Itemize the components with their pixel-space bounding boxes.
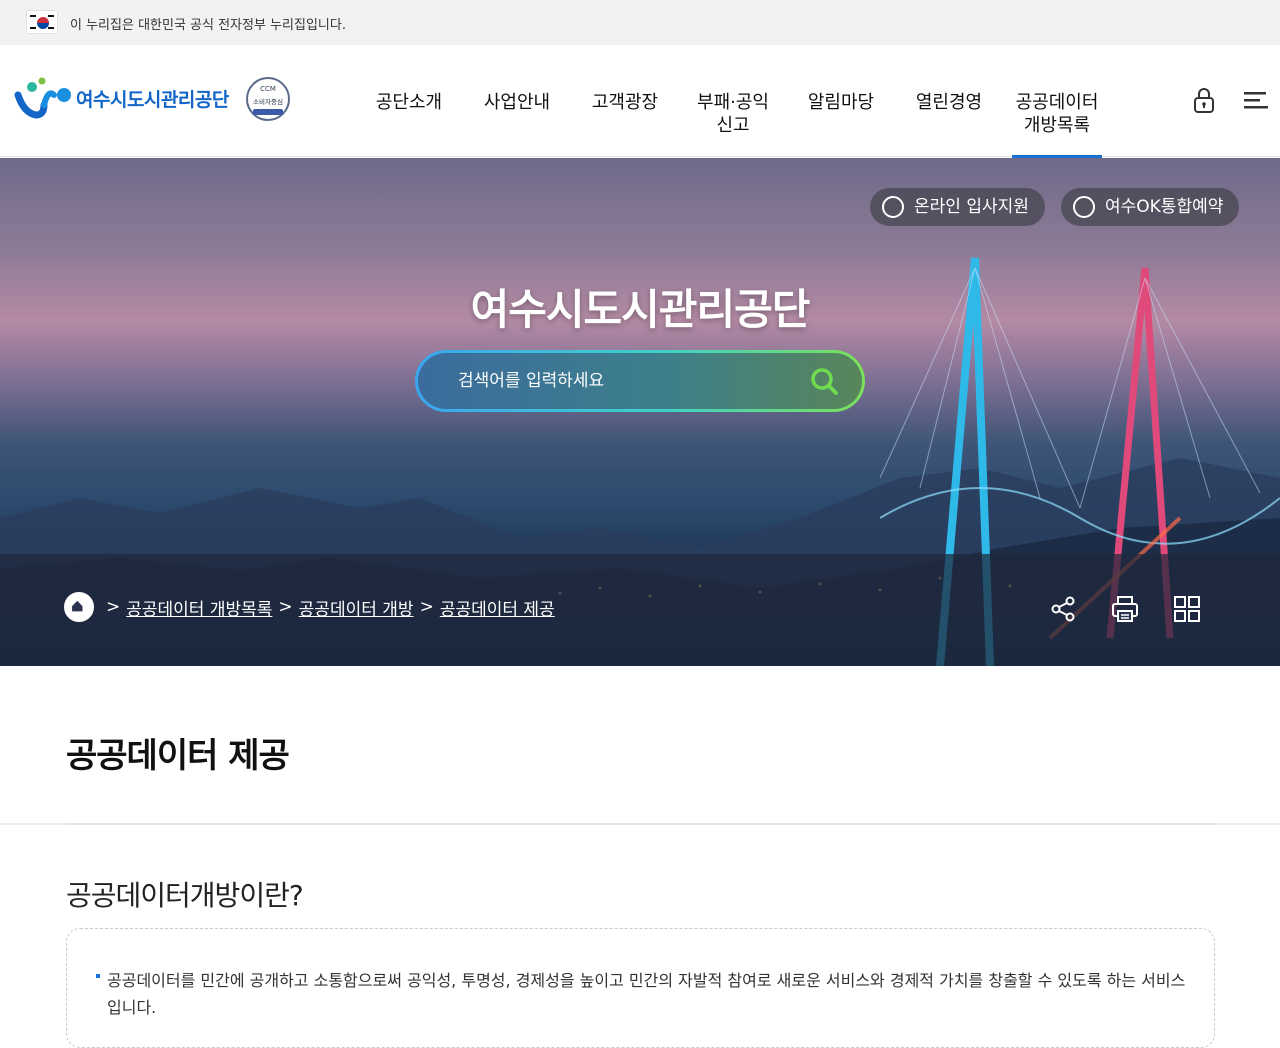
breadcrumb-item-open-list[interactable]: 공공데이터 개방목록 (126, 595, 272, 620)
lock-icon[interactable] (1190, 87, 1218, 115)
gov-banner: 이 누리집은 대한민국 공식 전자정부 누리집입니다. (0, 0, 1280, 45)
breadcrumb-item-open[interactable]: 공공데이터 개방 (299, 595, 414, 620)
share-arrow-icon (1073, 196, 1095, 218)
breadcrumb-item-provide[interactable]: 공공데이터 제공 (440, 595, 555, 620)
online-apply-button[interactable]: 온라인 입사지원 (870, 188, 1045, 226)
nav-item-report[interactable]: 부패·공익 신고 (679, 91, 787, 157)
sitemap-icon[interactable] (1172, 594, 1202, 624)
search-input[interactable] (456, 353, 796, 409)
ccm-badge: CCM 소비자중심 (246, 77, 290, 121)
hero-title: 여수시도시관리공단 (470, 285, 811, 334)
site-logo[interactable]: 여수시도시관리공단 CCM 소비자중심 (14, 75, 294, 125)
home-icon[interactable] (64, 592, 94, 622)
korea-flag-icon (26, 10, 58, 34)
person-icon (882, 196, 904, 218)
nav-item-public-data[interactable]: 공공데이터 개방목록 (1003, 91, 1111, 158)
nav-item-customer[interactable]: 고객광장 (571, 91, 679, 157)
breadcrumb: > 공공데이터 개방목록 > 공공데이터 개방 > 공공데이터 제공 (64, 592, 555, 622)
search-box (415, 350, 865, 412)
nav-item-open-management[interactable]: 열린경영 (895, 91, 1003, 157)
page-title: 공공데이터 제공 (66, 736, 290, 776)
section-title: 공공데이터개방이란? (66, 879, 304, 912)
breadcrumb-bar: > 공공데이터 개방목록 > 공공데이터 개방 > 공공데이터 제공 (0, 554, 1280, 666)
gov-banner-text: 이 누리집은 대한민국 공식 전자정부 누리집입니다. (70, 18, 346, 33)
search-icon[interactable] (808, 365, 840, 397)
info-text: 공공데이터를 민간에 공개하고 소통함으로써 공익성, 투명성, 경제성을 높이… (107, 971, 1186, 1017)
nav-item-business[interactable]: 사업안내 (463, 91, 571, 157)
hero-banner: 온라인 입사지원 여수OK통합예약 여수시도시관리공단 > 공공데이터 개방목록… (0, 158, 1280, 666)
logo-mark-icon (14, 77, 71, 119)
menu-icon[interactable] (1242, 87, 1270, 115)
nav-item-notice[interactable]: 알림마당 (787, 91, 895, 157)
print-icon[interactable] (1110, 594, 1140, 624)
bullet-icon (96, 974, 100, 978)
logo-text: 여수시도시관리공단 (76, 89, 229, 111)
nav-item-about[interactable]: 공단소개 (355, 91, 463, 157)
info-box: 공공데이터를 민간에 공개하고 소통함으로써 공익성, 투명성, 경제성을 높이… (66, 928, 1215, 1048)
site-header: 여수시도시관리공단 CCM 소비자중심 공단소개 사업안내 고객광장 부패·공익… (0, 45, 1280, 158)
main-nav: 공단소개 사업안내 고객광장 부패·공익 신고 알림마당 열린경영 공공데이터 … (355, 91, 1111, 158)
share-icon[interactable] (1048, 594, 1078, 624)
integrated-reservation-button[interactable]: 여수OK통합예약 (1061, 188, 1240, 226)
